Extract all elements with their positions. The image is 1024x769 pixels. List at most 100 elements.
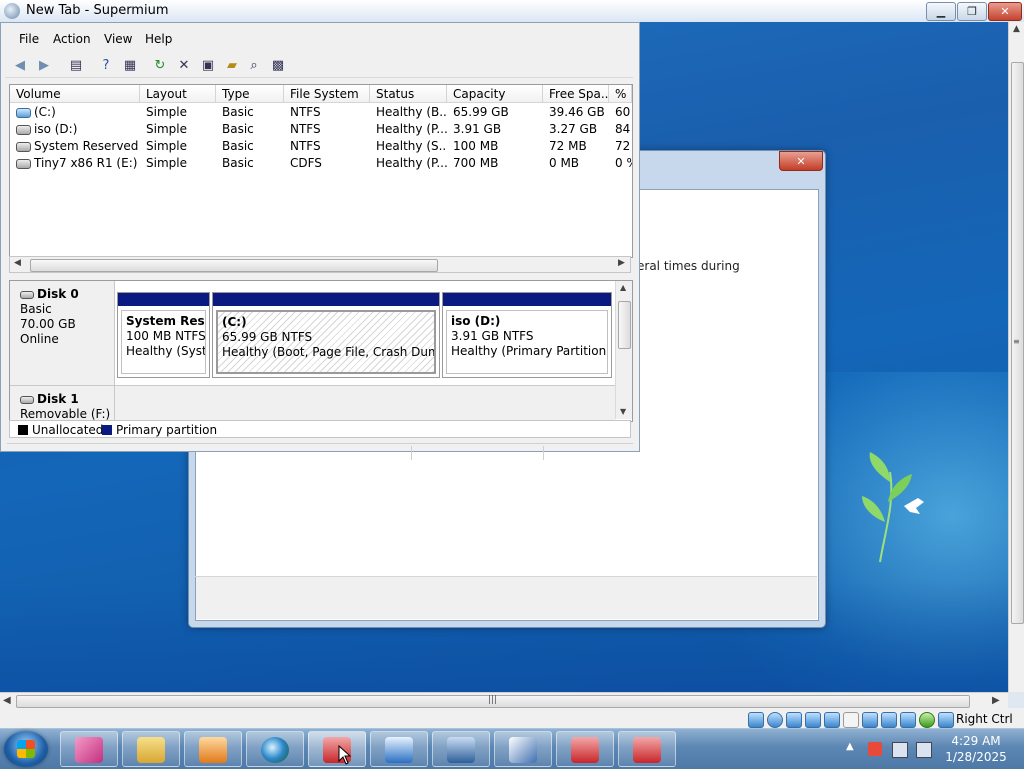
cell-layout: Simple	[146, 139, 187, 153]
taskbar-toolbox-2[interactable]	[556, 731, 614, 767]
network-tray-icon[interactable]	[892, 742, 908, 758]
vm-horizontal-scrollbar[interactable]: ◀ ||| ▶	[0, 692, 1008, 709]
tray-expand-icon[interactable]: ▲	[846, 741, 854, 752]
menu-help[interactable]: Help	[145, 32, 172, 46]
clock-time: 4:29 AM	[951, 734, 1001, 748]
taskbar-disk-management[interactable]	[308, 731, 366, 767]
restore-button[interactable]: ❐	[957, 2, 987, 21]
menu-view[interactable]: View	[104, 32, 132, 46]
partition-system-reserved[interactable]: System Reserv 100 MB NTFS Healthy (Syste…	[117, 292, 210, 378]
cell-capacity: 100 MB	[453, 139, 499, 153]
scroll-right-icon[interactable]: ▶	[618, 258, 625, 268]
cell-layout: Simple	[146, 122, 187, 136]
disk-view-vscroll[interactable]: ▲ ▼	[615, 281, 632, 419]
vm-vertical-scrollbar[interactable]: ▲ ≡	[1008, 22, 1024, 692]
partition-name: (C:)	[222, 315, 247, 329]
dialog-close-button[interactable]: ✕	[779, 151, 823, 171]
cell-capacity: 65.99 GB	[453, 105, 509, 119]
disk-management-window[interactable]: File Action View Help ◀ ▶ ▤ ? ▦ ↻ ✕ ▣ ▰ …	[0, 22, 640, 460]
partition-d[interactable]: iso (D:) 3.91 GB NTFS Healthy (Primary P…	[442, 292, 612, 378]
mouse-integration-icon[interactable]	[919, 712, 935, 728]
column-file-system[interactable]: File System	[284, 85, 370, 103]
scroll-left-icon[interactable]: ◀	[14, 258, 21, 268]
taskbar-pink-app[interactable]	[60, 731, 118, 767]
search-icon[interactable]: ⌕	[245, 56, 263, 74]
start-button[interactable]	[4, 731, 48, 767]
column-percent-free[interactable]: % F	[609, 85, 632, 103]
volume-list-hscroll[interactable]: ◀ ▶	[9, 256, 631, 273]
unallocated-swatch	[18, 425, 28, 435]
minimize-button[interactable]: ▁	[926, 2, 956, 21]
cell-volume: System Reserved	[10, 138, 140, 155]
taskbar-media-player[interactable]	[184, 731, 242, 767]
host-window-title: New Tab - Supermium	[26, 3, 169, 18]
system-clock[interactable]: 4:29 AM 1/28/2025	[940, 733, 1012, 765]
legend-bar: Unallocated Primary partition	[9, 420, 631, 438]
recording-icon[interactable]	[881, 712, 897, 728]
disk0-label[interactable]: Disk 0 Basic 70.00 GB Online	[10, 281, 115, 385]
scroll-down-icon[interactable]: ▼	[620, 407, 626, 416]
display-icon[interactable]	[862, 712, 878, 728]
cell-free: 3.27 GB	[549, 122, 598, 136]
disk1-title: Disk 1	[20, 392, 114, 407]
table-row[interactable]: Tiny7 x86 R1 (E:) Simple Basic CDFS Heal…	[10, 155, 632, 172]
partition-c[interactable]: (C:) 65.99 GB NTFS Healthy (Boot, Page F…	[212, 292, 440, 378]
action-center-icon[interactable]	[868, 742, 882, 756]
taskbar-tiny7[interactable]	[494, 731, 552, 767]
column-capacity[interactable]: Capacity	[447, 85, 543, 103]
properties-pane-icon[interactable]: ▦	[121, 56, 139, 74]
table-row[interactable]: iso (D:) Simple Basic NTFS Healthy (P...…	[10, 121, 632, 138]
volume-tray-icon[interactable]	[916, 742, 932, 758]
taskbar-remote-desktop[interactable]	[370, 731, 428, 767]
virtualization-icon[interactable]	[900, 712, 916, 728]
disk1-label[interactable]: Disk 1 Removable (F:)	[10, 386, 115, 421]
scroll-thumb[interactable]	[30, 259, 438, 272]
mouse-cursor-icon	[338, 745, 352, 765]
menu-action[interactable]: Action	[53, 32, 91, 46]
help-icon[interactable]: ?	[97, 56, 115, 74]
keyboard-capture-icon[interactable]	[938, 712, 954, 728]
column-status[interactable]: Status	[370, 85, 447, 103]
disk0-size: 70.00 GB	[20, 317, 76, 331]
shared-folder-icon[interactable]	[843, 712, 859, 728]
partition-size: 100 MB NTFS	[126, 329, 206, 343]
network-icon[interactable]	[805, 712, 821, 728]
taskbar-explorer[interactable]	[122, 731, 180, 767]
scroll-right-icon[interactable]: ▶	[992, 695, 1000, 706]
settings-icon[interactable]: ▩	[269, 56, 287, 74]
taskbar-virtualbox[interactable]	[432, 731, 490, 767]
scroll-left-icon[interactable]: ◀	[3, 695, 11, 706]
column-free-space[interactable]: Free Spa...	[543, 85, 609, 103]
properties-icon[interactable]: ▣	[199, 56, 217, 74]
toolbar: ◀ ▶ ▤ ? ▦ ↻ ✕ ▣ ▰ ⌕ ▩	[5, 53, 633, 78]
open-folder-icon[interactable]: ▰	[223, 56, 241, 74]
taskbar-toolbox-3[interactable]	[618, 731, 676, 767]
cell-free: 39.46 GB	[549, 105, 605, 119]
scroll-up-icon[interactable]: ▲	[1013, 24, 1020, 34]
cell-capacity: 700 MB	[453, 156, 499, 170]
cell-type: Basic	[222, 122, 254, 136]
host-title-bar: New Tab - Supermium ▁ ❐ ✕	[0, 0, 1024, 23]
menu-file[interactable]: File	[19, 32, 39, 46]
taskbar-browser[interactable]	[246, 731, 304, 767]
close-button[interactable]: ✕	[988, 2, 1022, 21]
audio-icon[interactable]	[786, 712, 802, 728]
column-layout[interactable]: Layout	[140, 85, 216, 103]
table-row[interactable]: System Reserved Simple Basic NTFS Health…	[10, 138, 632, 155]
usb-icon[interactable]	[824, 712, 840, 728]
column-volume[interactable]: Volume	[10, 85, 140, 103]
cell-volume: Tiny7 x86 R1 (E:)	[10, 155, 140, 172]
refresh-icon[interactable]: ↻	[151, 56, 169, 74]
cell-fs: NTFS	[290, 139, 321, 153]
delete-icon[interactable]: ✕	[175, 56, 193, 74]
optical-drive-icon[interactable]	[767, 712, 783, 728]
pink-app-icon	[75, 737, 103, 763]
table-row[interactable]: (C:) Simple Basic NTFS Healthy (B... 65.…	[10, 104, 632, 121]
back-icon[interactable]: ◀	[11, 56, 29, 74]
forward-icon[interactable]: ▶	[35, 56, 53, 74]
hdd-activity-icon[interactable]	[748, 712, 764, 728]
scroll-up-icon[interactable]: ▲	[620, 283, 626, 292]
scroll-thumb[interactable]	[618, 301, 631, 349]
column-type[interactable]: Type	[216, 85, 284, 103]
console-tree-icon[interactable]: ▤	[67, 56, 85, 74]
